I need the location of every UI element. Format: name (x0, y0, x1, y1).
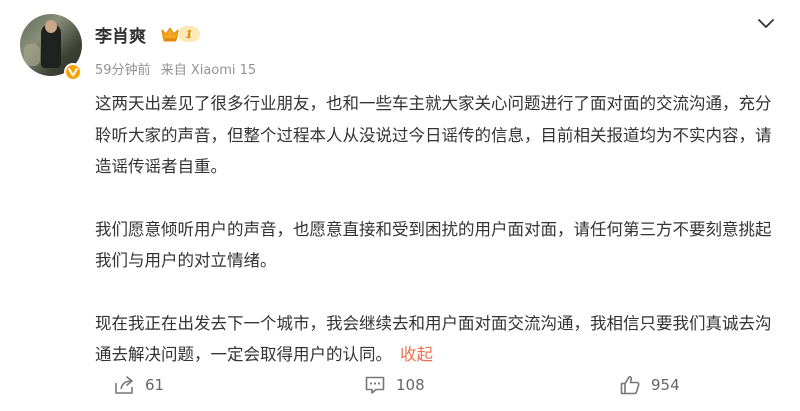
thumbs-up-icon (620, 376, 640, 395)
avatar-background (24, 44, 40, 66)
collapse-link[interactable]: 收起 (400, 345, 433, 364)
crown-icon (161, 27, 179, 42)
verified-v-icon (64, 63, 82, 81)
post-content: 这两天出差见了很多行业朋友，也和一些车主就大家关心问题进行了面对面的交流沟通，充… (95, 88, 785, 371)
author-name[interactable]: 李肖爽 (95, 22, 146, 47)
avatar-head (45, 20, 57, 33)
post-source: 来自 Xiaomi 15 (160, 63, 257, 78)
comment-button[interactable]: 108 (364, 370, 425, 400)
like-button[interactable]: 954 (619, 370, 680, 400)
post-paragraph: 我们愿意倾听用户的声音，也愿意直接和受到困扰的用户面对面，请任何第三方不要刻意挑… (95, 219, 772, 271)
like-count: 954 (651, 376, 680, 394)
post-paragraph: 这两天出差见了很多行业朋友，也和一些车主就大家关心问题进行了面对面的交流沟通，充… (95, 94, 772, 176)
post-time[interactable]: 59分钟前 (95, 63, 151, 78)
level-badge[interactable]: 1 (160, 25, 200, 43)
comment-count: 108 (396, 376, 425, 394)
weibo-post-card: 李肖爽 1 59分钟前 来自 Xiaomi 15 这两天出差见了很多行业朋友，也… (0, 0, 800, 411)
share-count: 61 (145, 376, 165, 394)
share-icon (115, 376, 133, 394)
chevron-down-icon (758, 19, 774, 28)
post-paragraph-text: 现在我正在出发去下一个城市，我会继续去和用户面对面交流沟通，我相信只要我们真诚去… (95, 313, 772, 365)
level-number: 1 (178, 26, 200, 42)
comment-icon (365, 376, 385, 394)
share-button[interactable]: 61 (113, 370, 164, 400)
post-meta: 59分钟前 来自 Xiaomi 15 (95, 59, 256, 78)
post-paragraph: 现在我正在出发去下一个城市，我会继续去和用户面对面交流沟通，我相信只要我们真诚去… (95, 308, 785, 371)
action-bar: 61 108 954 (0, 370, 800, 400)
more-options-button[interactable] (754, 14, 778, 34)
